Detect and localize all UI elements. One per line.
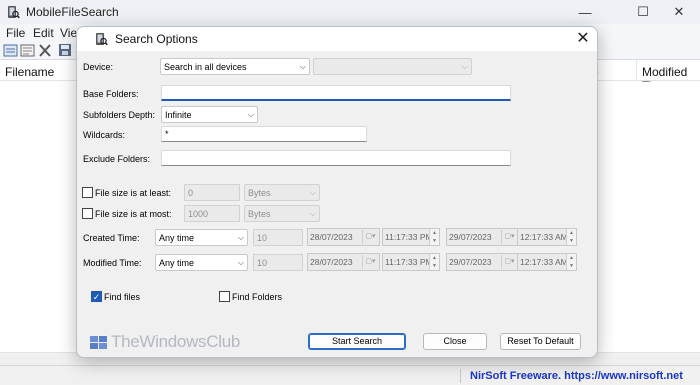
app-icon xyxy=(8,6,20,19)
created-time-amount-input: 10 xyxy=(253,229,303,246)
size-at-most-unit-select: Bytes ⌵ xyxy=(244,205,320,222)
chevron-down-icon: ⌵ xyxy=(299,62,306,71)
chevron-down-icon: ⌵ xyxy=(247,110,254,119)
find-folders-checkbox[interactable] xyxy=(219,291,230,302)
column-filename[interactable]: Filename xyxy=(5,65,54,79)
time-spinner-icon: ▲ ▼ xyxy=(429,254,439,270)
chevron-down-icon: ⌵ xyxy=(237,258,244,267)
menu-edit[interactable]: Edit xyxy=(33,26,54,40)
created-to-time-picker: 12:17:33 AM ▲ ▼ xyxy=(517,228,577,246)
status-divider xyxy=(460,369,461,383)
wildcards-label: Wildcards: xyxy=(83,130,126,140)
search-options-dialog: Search Options ✕ Device: Search in all d… xyxy=(76,26,598,358)
size-at-most-label: File size is at most: xyxy=(95,209,172,219)
base-folders-label: Base Folders: xyxy=(83,89,139,99)
time-spinner-icon: ▲ ▼ xyxy=(566,229,576,245)
device-select[interactable]: Search in all devices ⌵ xyxy=(160,58,310,75)
check-icon: ✓ xyxy=(92,292,101,302)
wildcards-input[interactable]: * xyxy=(161,126,367,142)
chevron-down-icon: ⌵ xyxy=(309,188,316,197)
size-at-most-checkbox[interactable] xyxy=(82,208,93,219)
size-at-least-label: File size is at least: xyxy=(95,188,172,198)
modified-time-mode-select[interactable]: Any time ⌵ xyxy=(155,254,248,271)
base-folders-input[interactable] xyxy=(161,85,511,101)
calendar-icon: ▢▾ xyxy=(501,230,517,244)
size-at-least-checkbox[interactable] xyxy=(82,187,93,198)
size-at-most-input: 1000 xyxy=(184,205,240,222)
statusbar: NirSoft Freeware. https://www.nirsoft.ne… xyxy=(0,365,700,385)
minimize-button[interactable]: — xyxy=(562,0,608,24)
created-to-date-picker: 29/07/2023 ▢▾ xyxy=(446,228,519,246)
properties-icon[interactable] xyxy=(20,43,36,58)
watermark-text: TheWindowsClub xyxy=(111,332,241,351)
calendar-icon: ▢▾ xyxy=(362,230,378,244)
new-icon[interactable] xyxy=(3,43,19,58)
modified-from-time-picker: 11:17:33 PM ▲ ▼ xyxy=(382,253,440,271)
modified-to-time-picker: 12:17:33 AM ▲ ▼ xyxy=(517,253,577,271)
watermark-logo-icon xyxy=(90,336,107,349)
created-from-date-picker: 28/07/2023 ▢▾ xyxy=(307,228,380,246)
exclude-folders-label: Exclude Folders: xyxy=(83,154,151,164)
device-secondary-select: ⌵ xyxy=(313,58,472,75)
size-at-least-unit-select: Bytes ⌵ xyxy=(244,184,320,201)
dialog-title: Search Options xyxy=(115,32,198,46)
calendar-icon: ▢▾ xyxy=(362,255,378,269)
dialog-app-icon xyxy=(96,33,108,46)
modified-time-label: Modified Time: xyxy=(83,258,142,268)
delete-icon[interactable] xyxy=(37,43,53,58)
modified-to-date-picker: 29/07/2023 ▢▾ xyxy=(446,253,519,271)
find-folders-label: Find Folders xyxy=(232,292,283,302)
start-search-button[interactable]: Start Search xyxy=(308,333,406,350)
menu-file[interactable]: File xyxy=(6,26,25,40)
save-icon[interactable] xyxy=(57,43,73,58)
time-spinner-icon: ▲ ▼ xyxy=(429,229,439,245)
chevron-down-icon: ⌵ xyxy=(309,209,316,218)
reset-to-default-button[interactable]: Reset To Default xyxy=(500,333,581,350)
find-files-checkbox[interactable]: ✓ xyxy=(91,291,102,302)
time-spinner-icon: ▲ ▼ xyxy=(566,254,576,270)
subfolders-depth-select[interactable]: Infinite ⌵ xyxy=(161,106,258,123)
dialog-close-button[interactable]: ✕ xyxy=(573,30,593,48)
column-separator[interactable] xyxy=(636,60,637,81)
subfolders-depth-label: Subfolders Depth: xyxy=(83,110,156,120)
find-files-label: Find files xyxy=(104,292,141,302)
created-from-time-picker: 11:17:33 PM ▲ ▼ xyxy=(382,228,440,246)
exclude-folders-input[interactable] xyxy=(161,150,511,166)
app-title: MobileFileSearch xyxy=(26,5,119,19)
close-window-button[interactable]: ✕ xyxy=(656,0,700,24)
close-button[interactable]: Close xyxy=(423,333,487,350)
modified-time-amount-input: 10 xyxy=(253,254,303,271)
size-at-least-input: 0 xyxy=(184,184,240,201)
modified-from-date-picker: 28/07/2023 ▢▾ xyxy=(307,253,380,271)
menu-view[interactable]: Vie xyxy=(60,26,77,40)
dialog-titlebar: Search Options ✕ xyxy=(77,27,597,51)
device-label: Device: xyxy=(83,62,114,72)
chevron-down-icon: ⌵ xyxy=(461,62,468,71)
created-time-label: Created Time: xyxy=(83,233,140,243)
app-titlebar: MobileFileSearch — ☐ ✕ xyxy=(0,0,700,24)
created-time-mode-select[interactable]: Any time ⌵ xyxy=(155,229,248,246)
chevron-down-icon: ⌵ xyxy=(237,233,244,242)
calendar-icon: ▢▾ xyxy=(501,255,517,269)
nirsoft-link[interactable]: NirSoft Freeware. https://www.nirsoft.ne… xyxy=(470,370,683,382)
